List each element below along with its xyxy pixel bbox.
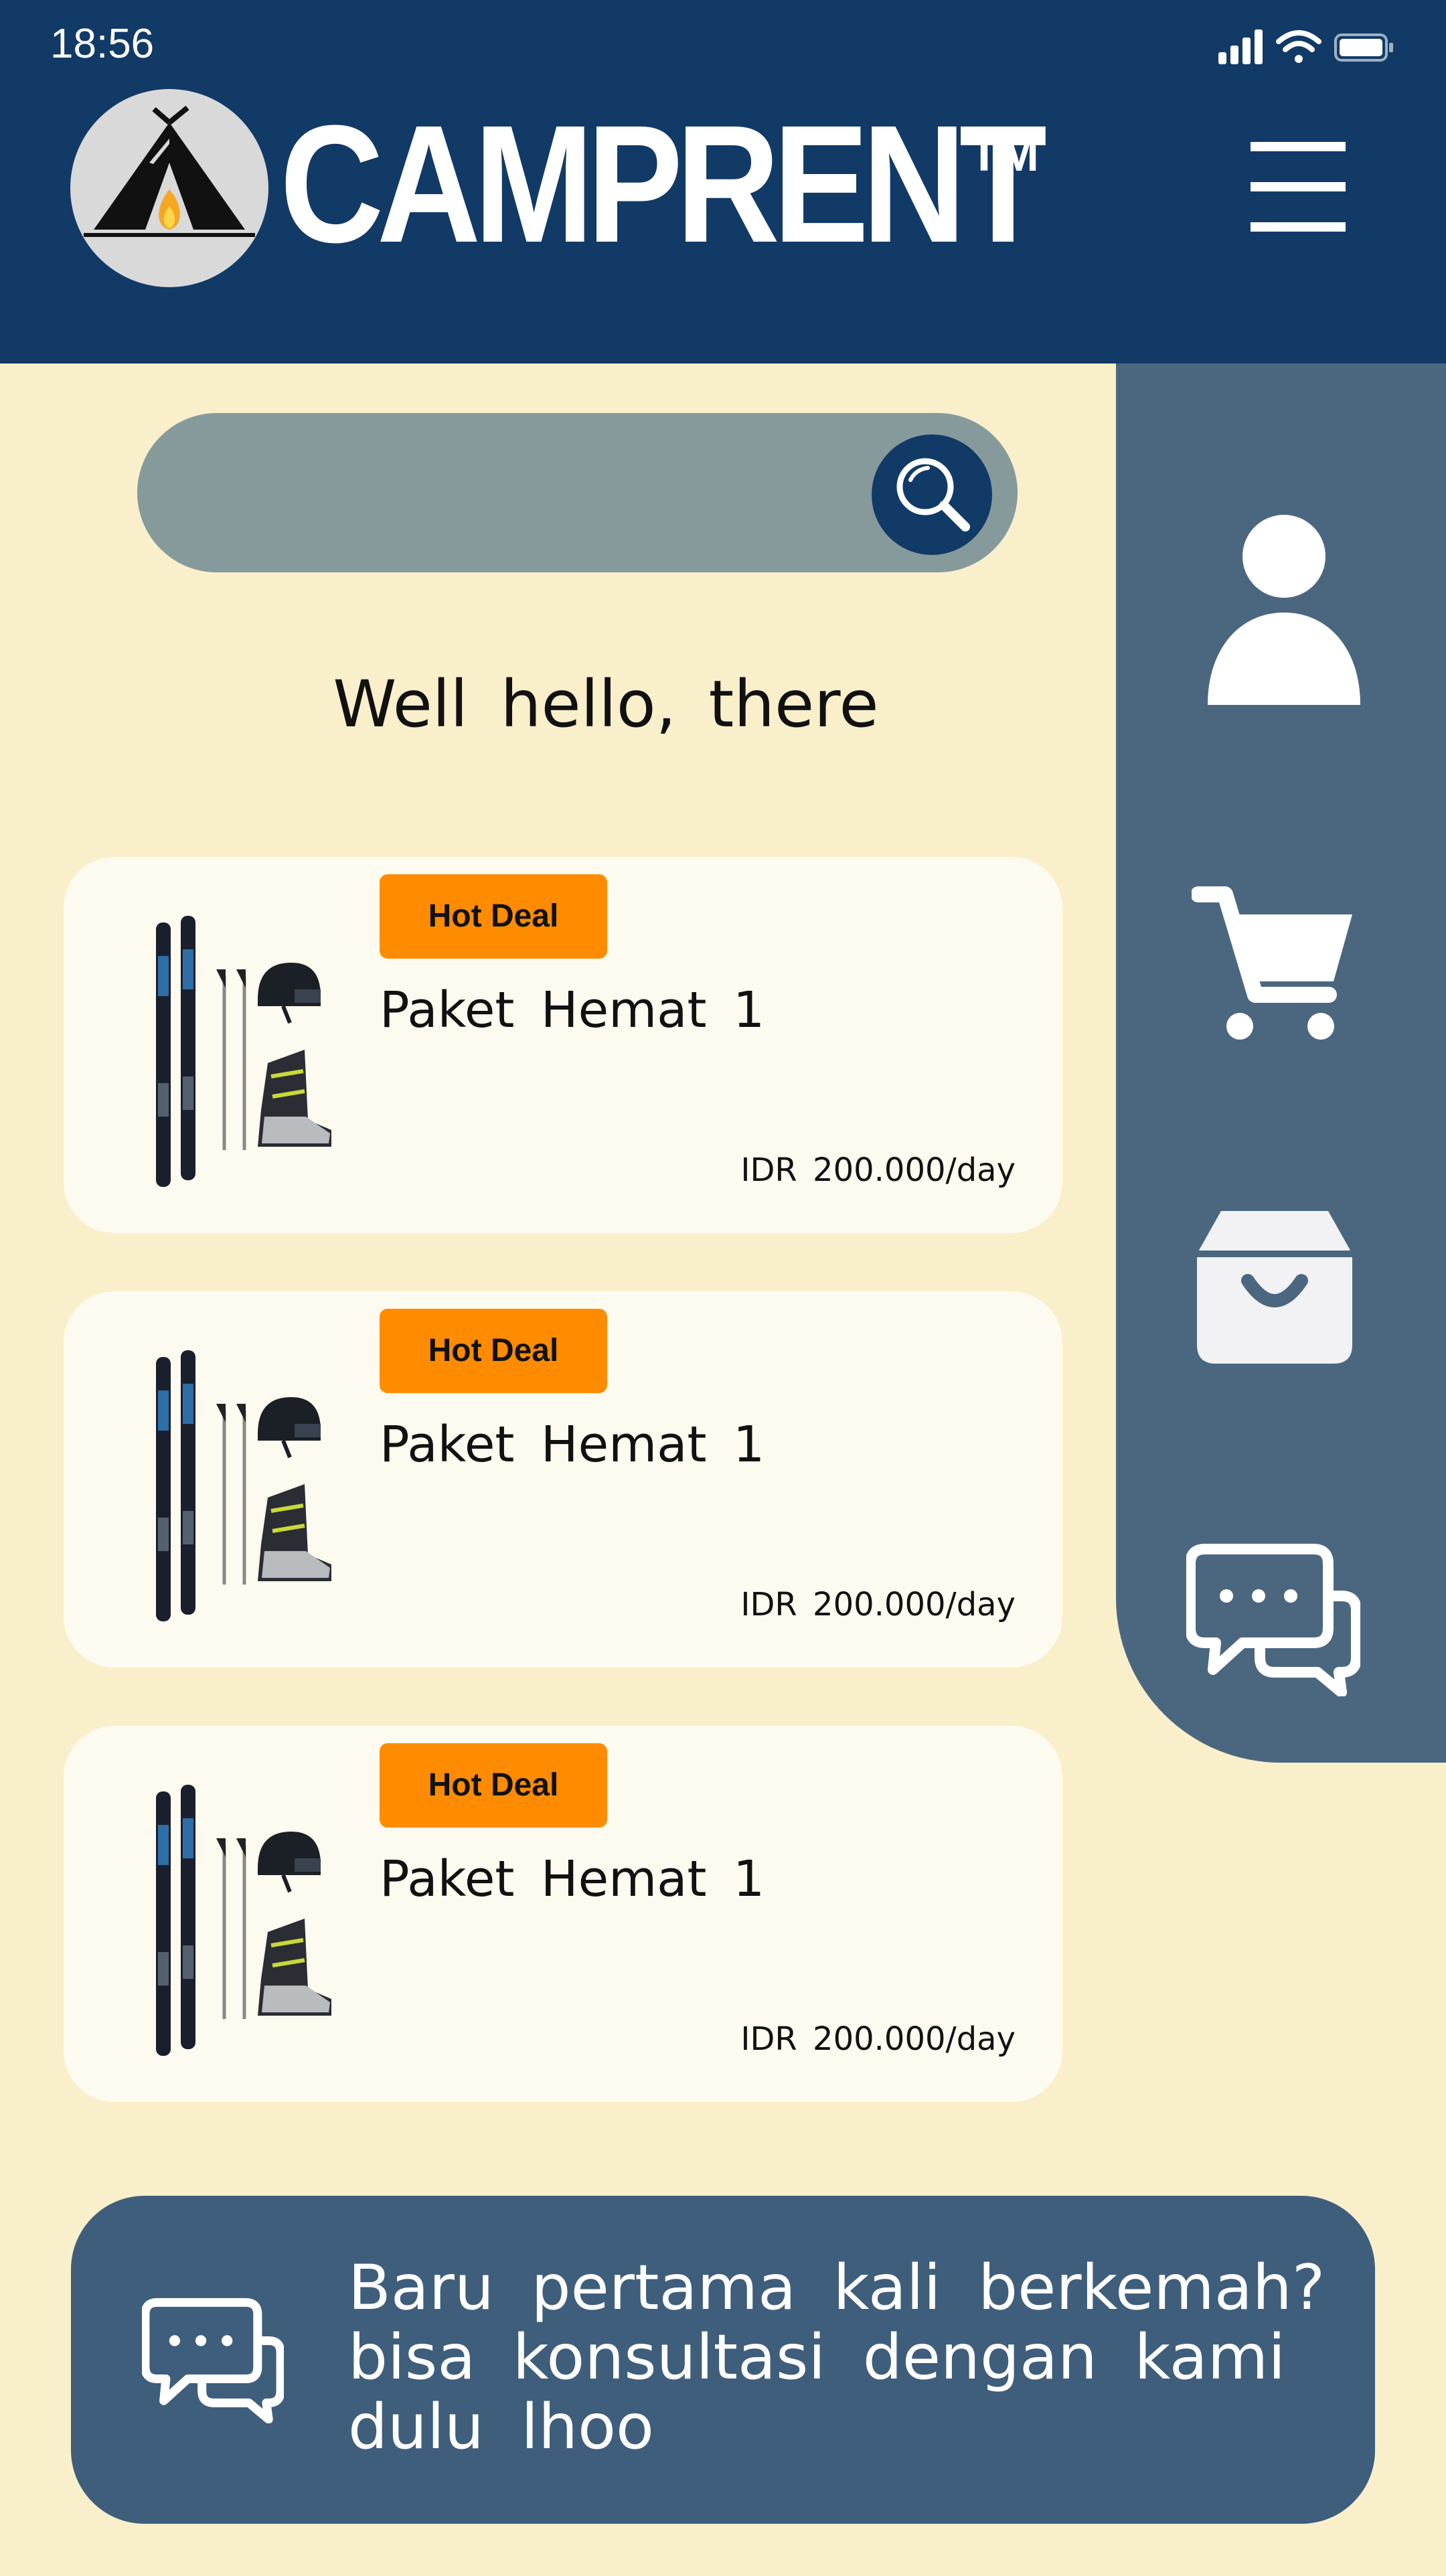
menu-line: [1251, 222, 1346, 232]
card-price: IDR 200.000/day: [740, 1586, 1016, 1623]
battery-icon: [1334, 33, 1393, 62]
card-title: Paket Hemat 1: [380, 981, 765, 1039]
logo: [70, 89, 268, 287]
hot-deal-badge: Hot Deal: [380, 1743, 607, 1828]
signal-icon: [1218, 29, 1263, 64]
menu-line: [1251, 182, 1346, 191]
consultation-line: Baru pertama kali berkemah?: [348, 2251, 1326, 2324]
product-card[interactable]: Hot Deal Paket Hemat 1 IDR 200.000/day: [64, 1291, 1062, 1668]
consultation-line: bisa konsultasi dengan kami: [348, 2321, 1286, 2393]
card-price: IDR 200.000/day: [740, 1151, 1016, 1189]
menu-line: [1251, 142, 1346, 151]
cart-icon[interactable]: [1192, 881, 1359, 1048]
card-price: IDR 200.000/day: [740, 2020, 1016, 2058]
user-icon[interactable]: [1205, 515, 1363, 705]
hot-deal-badge: Hot Deal: [380, 874, 607, 959]
search-input[interactable]: [174, 442, 846, 544]
card-title: Paket Hemat 1: [380, 1416, 765, 1473]
search-button[interactable]: [872, 434, 992, 555]
brand-name: CAMPRENT: [280, 90, 1047, 277]
menu-button[interactable]: [1251, 142, 1346, 232]
chat-icon: [142, 2298, 284, 2423]
status-time: 18:56: [50, 21, 155, 67]
consultation-text: Baru pertama kali berkemah? bisa konsult…: [348, 2253, 1326, 2462]
tent-logo-icon: [84, 105, 255, 237]
wifi-icon: [1276, 30, 1321, 63]
trademark-mark: TM: [969, 128, 1039, 181]
hot-deal-badge: Hot Deal: [380, 1309, 607, 1393]
product-card[interactable]: Hot Deal Paket Hemat 1 IDR 200.000/day: [64, 857, 1062, 1233]
sidebar: [1116, 364, 1446, 1763]
greeting-heading: Well hello, there: [333, 667, 879, 742]
product-card[interactable]: Hot Deal Paket Hemat 1 IDR 200.000/day: [64, 1726, 1062, 2102]
card-title: Paket Hemat 1: [380, 1850, 765, 1908]
shopping-bag-icon[interactable]: [1194, 1207, 1355, 1368]
consultation-line: dulu lhoo: [348, 2391, 654, 2463]
status-icons: [1218, 29, 1393, 64]
chat-icon[interactable]: [1186, 1542, 1360, 1696]
search-icon: [896, 458, 970, 532]
